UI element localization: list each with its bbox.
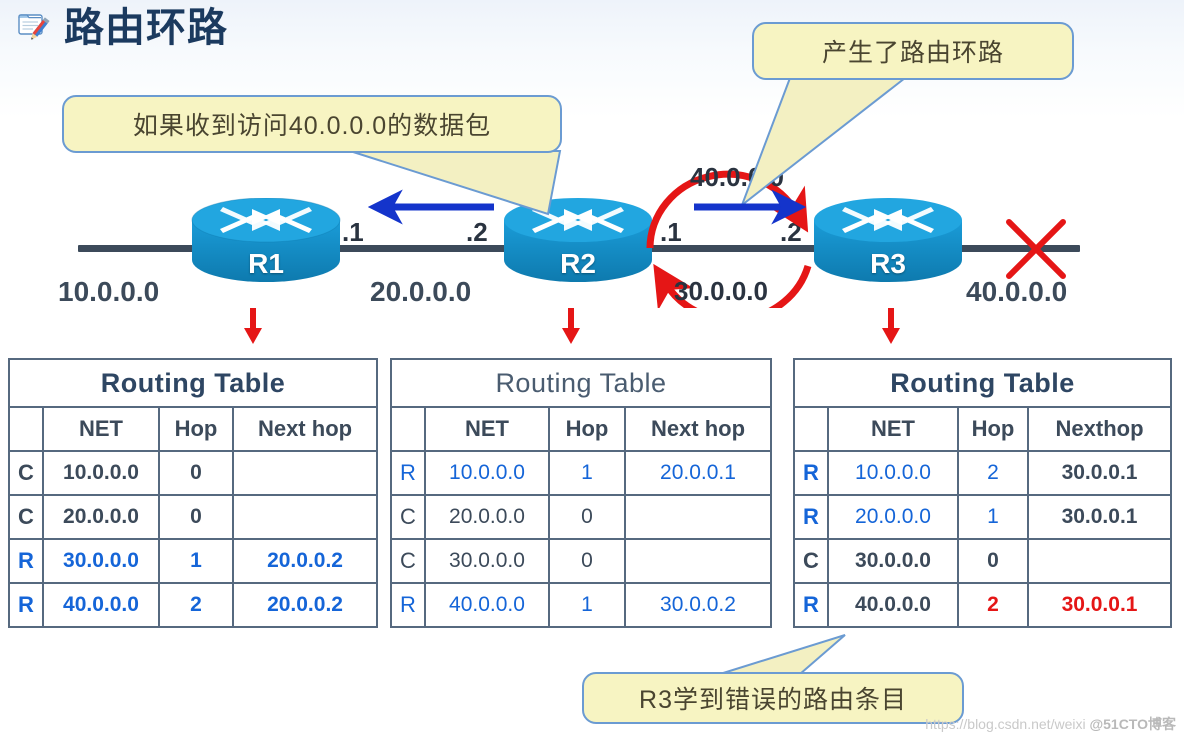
watermark: https://blog.csdn.net/weixi @51CTO博客 [925,714,1176,734]
callout-left: 如果收到访问40.0.0.0的数据包 [62,95,562,153]
callout-bottom: R3学到错误的路由条目 [582,672,964,724]
callout-bottom-text: R3学到错误的路由条目 [639,686,907,714]
link-down-x-icon [1006,219,1066,279]
watermark-site: @51CTO博客 [1089,716,1176,732]
callout-left-text: 如果收到访问40.0.0.0的数据包 [132,112,492,140]
watermark-url: https://blog.csdn.net/weixi [925,716,1086,732]
callout-right: 产生了路由环路 [752,22,1074,80]
slide-canvas: 路由环路 如果收到访问40.0.0.0的数据包 产生了路由环路 R3学到错误的路… [0,0,1184,740]
packet-arrow-left-icon [368,189,494,225]
callout-right-text: 产生了路由环路 [821,39,1004,67]
packet-arrow-right-icon [694,189,807,225]
